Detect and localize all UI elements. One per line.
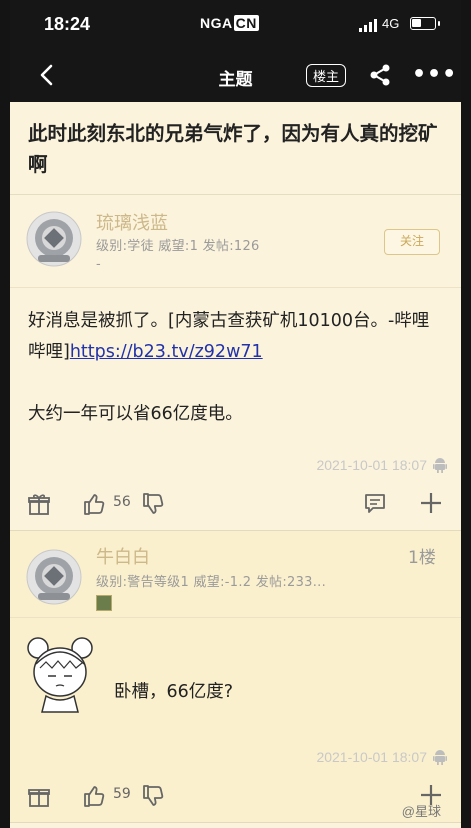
author-row: 牛白白 1楼 级别:警告等级1 威望:-1.2 发帖:233... [10, 531, 461, 617]
anime-sticker-icon [27, 637, 93, 713]
floor-number: 1楼 [408, 548, 436, 568]
author-name[interactable]: 琉璃浅蓝 [96, 209, 168, 235]
android-icon [433, 458, 447, 473]
avatar[interactable] [26, 211, 82, 267]
medal-badge[interactable] [96, 595, 112, 611]
share-icon[interactable] [368, 63, 392, 87]
nav-bar: 主题 楼主 ••• [10, 50, 461, 102]
timestamp-text: 2021-10-01 18:07 [316, 457, 427, 473]
like-count: 59 [113, 786, 131, 802]
device-frame-left [0, 0, 10, 828]
author-meta: 级别:学徒 威望:1 发帖:126 [96, 239, 260, 254]
app-logo: NGA CN [200, 15, 259, 31]
post-reply: 牛白白 1楼 级别:警告等级1 威望:-1.2 发帖:233... 卧槽，66亿… [10, 531, 461, 823]
post-action-bar: 59 [10, 772, 461, 822]
device-frame-right [461, 0, 471, 828]
thumbs-down-icon[interactable] [141, 492, 165, 516]
post-content: 好消息是被抓了。[内蒙古查获矿机10100台。-哔哩哔哩]https://b23… [10, 287, 461, 430]
more-icon[interactable]: ••• [412, 62, 457, 87]
timestamp-text: 2021-10-01 18:07 [316, 749, 427, 765]
post-content: 卧槽，66亿度? [10, 617, 461, 742]
post-link[interactable]: https://b23.tv/z92w71 [70, 342, 263, 362]
reply-plus-icon[interactable] [420, 492, 442, 514]
android-icon [433, 750, 447, 765]
post-timestamp: 2021-10-01 18:07 [10, 742, 461, 772]
post-op: 琉璃浅蓝 级别:学徒 威望:1 发帖:126 - 关注 好消息是被抓了。[内蒙古… [10, 195, 461, 531]
page-title: 主题 [218, 70, 253, 90]
topic-title: 此时此刻东北的兄弟气炸了，因为有人真的挖矿啊 [10, 102, 461, 195]
app-screen: 18:24 NGA CN 4G 主题 楼主 ••• 此时此刻东北的兄弟气炸了，因为… [10, 0, 461, 828]
thumbs-up-icon[interactable] [82, 784, 106, 808]
like-count: 56 [113, 494, 131, 510]
post-timestamp: 2021-10-01 18:07 [10, 450, 461, 480]
app-logo-text: NGA [200, 15, 233, 31]
post-action-bar: 56 [10, 480, 461, 530]
thumbs-down-icon[interactable] [141, 784, 165, 808]
network-type: 4G [382, 16, 400, 31]
status-bar: 18:24 NGA CN 4G [10, 0, 461, 50]
gift-icon[interactable] [28, 492, 50, 516]
post-paragraph: 好消息是被抓了。[内蒙古查获矿机10100台。-哔哩哔哩]https://b23… [28, 306, 445, 368]
thumbs-up-icon[interactable] [82, 492, 106, 516]
author-row: 琉璃浅蓝 级别:学徒 威望:1 发帖:126 - 关注 [10, 195, 461, 287]
follow-button[interactable]: 关注 [384, 229, 440, 255]
author-signature: - [96, 257, 101, 272]
signal-icon [359, 19, 377, 32]
post-text-2: 大约一年可以省66亿度电。 [28, 404, 243, 424]
avatar[interactable] [26, 549, 82, 605]
comment-icon[interactable] [364, 492, 386, 514]
weibo-watermark: @星球 [401, 804, 441, 819]
op-only-button[interactable]: 楼主 [306, 64, 347, 87]
status-time: 18:24 [44, 14, 91, 34]
app-logo-suffix: CN [233, 15, 259, 31]
author-meta: 级别:警告等级1 威望:-1.2 发帖:233... [96, 575, 327, 590]
author-name[interactable]: 牛白白 [96, 543, 150, 569]
battery-icon [410, 17, 440, 30]
gift-icon[interactable] [28, 784, 50, 808]
post-text: 卧槽，66亿度? [114, 682, 234, 702]
